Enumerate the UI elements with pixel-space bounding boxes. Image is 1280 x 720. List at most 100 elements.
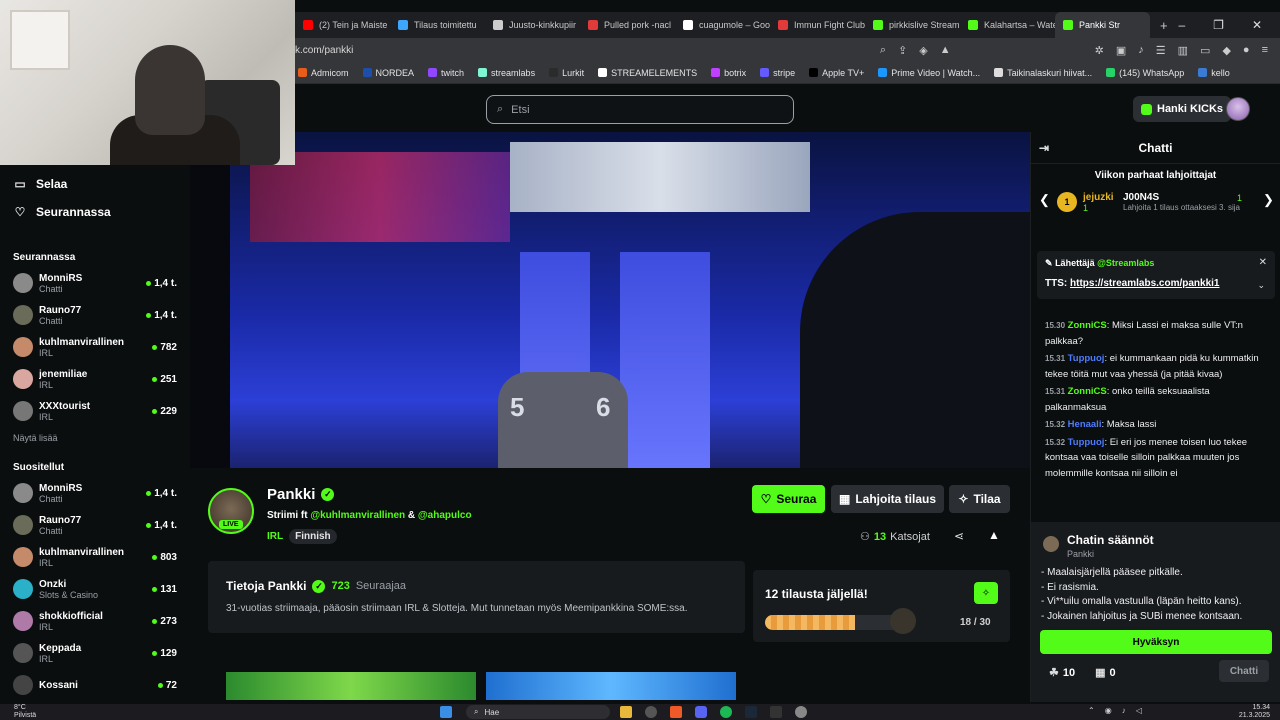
bookmark-item[interactable]: (145) WhatsApp [1106, 68, 1184, 78]
sidebar-channel[interactable]: Rauno77 Chatti 1,4 t. [0, 509, 190, 541]
nav-browse[interactable]: ▭ Selaa [0, 170, 190, 198]
sidebar-channel[interactable]: MonniRS Chatti 1,4 t. [0, 477, 190, 509]
get-kicks-button[interactable]: Hanki KICKs [1133, 96, 1232, 122]
collapse-chat-icon[interactable]: ⇥ [1039, 141, 1049, 155]
wallet-icon[interactable]: ▭ [1200, 44, 1210, 57]
chat-username[interactable]: Tuppuoj [1068, 437, 1105, 448]
spotify-icon[interactable] [720, 706, 732, 718]
chat-username[interactable]: ZonniCS [1068, 386, 1107, 397]
bookmark-item[interactable]: twitch [428, 68, 464, 78]
sidebar-channel[interactable]: XXXtourist IRL 229 [0, 395, 190, 427]
browser-tab[interactable]: Immun Fight Club [770, 12, 865, 38]
tray-mic-icon[interactable]: ♪ [1122, 706, 1126, 715]
follow-button[interactable]: ♡ Seuraa [752, 485, 825, 513]
discord-icon[interactable] [695, 706, 707, 718]
chevron-left-icon[interactable]: ❮ [1039, 192, 1050, 208]
tray-network-icon[interactable]: ◉ [1105, 706, 1112, 715]
brave-icon[interactable] [670, 706, 682, 718]
weather-widget[interactable]: 8°C Pilvistä [14, 704, 36, 720]
bookmark-item[interactable]: Lurkit [549, 68, 584, 78]
chat-message[interactable]: 15.30 ZonniCS: Miksi Lassi ei maksa sull… [1045, 318, 1267, 349]
minimize-button[interactable]: – [1178, 18, 1185, 32]
bookmark-item[interactable]: Prime Video | Watch... [878, 68, 980, 78]
language-tag[interactable]: Finnish [289, 529, 337, 544]
sidebar-channel[interactable]: Keppada IRL 129 [0, 637, 190, 669]
sidebar-icon[interactable]: ▥ [1178, 44, 1188, 57]
music-icon[interactable]: ♪ [1138, 44, 1144, 57]
close-window-button[interactable]: ✕ [1252, 18, 1262, 32]
sidebar-channel[interactable]: Kossani 72 [0, 669, 190, 701]
address-bar[interactable]: k.com/pankki ⌕ ⇪ ◈ ▲ ✲ ▣ ♪ ☰ ▥ ▭ ◆ ● ≡ [295, 38, 1280, 62]
chat-username[interactable]: ZonniCS [1068, 320, 1107, 331]
collab-link-2[interactable]: @ahapulco [418, 510, 472, 521]
menu-icon[interactable]: ≡ [1262, 44, 1268, 57]
file-explorer-icon[interactable] [620, 706, 632, 718]
top-gifter-2[interactable]: J00N4S Lahjoita 1 tilaus ottaaksesi 3. s… [1123, 192, 1243, 213]
top-gifter-1[interactable]: 1 jejuzki 1 [1057, 192, 1114, 213]
settings-icon[interactable] [795, 706, 807, 718]
browser-tab[interactable]: Juusto-kinkkupiir [485, 12, 580, 38]
sub-goal-sparkle-icon[interactable]: ✧ [974, 582, 998, 604]
chevron-right-icon[interactable]: ❯ [1263, 192, 1274, 208]
browser-tab[interactable]: (2) Tein ja Maiste [295, 12, 390, 38]
url-text[interactable]: k.com/pankki [295, 45, 353, 56]
sidebar-channel[interactable]: kuhlmanvirallinen IRL 782 [0, 331, 190, 363]
share-icon[interactable]: ⋖ [954, 529, 964, 543]
steam-icon[interactable] [745, 706, 757, 718]
bookmark-item[interactable]: STREAMELEMENTS [598, 68, 697, 78]
tray-volume-icon[interactable]: ◁ [1136, 706, 1142, 715]
chat-message[interactable]: 15.31 Tuppuoj: ei kummankaan pidä ku kum… [1045, 351, 1267, 382]
sidebar-channel[interactable]: MonniRS Chatti 1,4 t. [0, 267, 190, 299]
chat-send-button[interactable]: Chatti [1219, 660, 1269, 682]
gifts-count[interactable]: ▦ 0 [1095, 666, 1116, 679]
bookmark-item[interactable]: Taikinalaskuri hiivat... [994, 68, 1092, 78]
share-icon[interactable]: ⇪ [898, 44, 907, 57]
zoom-icon[interactable]: ⌕ [880, 44, 886, 57]
screenshot-icon[interactable]: ▣ [1116, 44, 1126, 57]
reading-list-icon[interactable]: ☰ [1156, 44, 1166, 57]
collab-link-1[interactable]: @kuhlmanvirallinen [310, 510, 405, 521]
browser-tab[interactable]: Tilaus toimitettu [390, 12, 485, 38]
bookmark-item[interactable]: NORDEA [362, 68, 414, 78]
sidebar-channel[interactable]: Rauno77 Chatti 1,4 t. [0, 299, 190, 331]
vpn-icon[interactable]: ◆ [1222, 44, 1230, 57]
gift-sub-button[interactable]: ▦ Lahjoita tilaus [831, 485, 944, 513]
chevron-down-icon[interactable]: ⌄ [1257, 280, 1265, 291]
video-player[interactable]: 5 6 [190, 132, 1030, 468]
browser-tab[interactable]: Pankki Str [1055, 12, 1150, 38]
streamer-name[interactable]: Pankki ✓ [267, 486, 335, 503]
nav-following[interactable]: ♡ Seurannassa [0, 198, 190, 226]
browser-tab[interactable]: Kalahartsa – Wate [960, 12, 1055, 38]
accept-rules-button[interactable]: Hyväksyn [1040, 630, 1272, 654]
panel-image[interactable] [226, 672, 476, 700]
app-icon[interactable] [770, 706, 782, 718]
new-tab-button[interactable]: + [1150, 18, 1178, 33]
chat-username[interactable]: Henaali [1068, 419, 1102, 430]
user-avatar[interactable] [1226, 97, 1250, 121]
show-more-link[interactable]: Näytä lisää [0, 427, 190, 449]
tray-chevron-icon[interactable]: ⌃ [1088, 706, 1095, 715]
search-input[interactable]: ⌕ Etsi [486, 95, 794, 124]
clock[interactable]: 15.34 21.3.2025 [1239, 704, 1270, 720]
chat-username[interactable]: Tuppuoj [1068, 353, 1105, 364]
warning-icon[interactable]: ▲ [940, 44, 951, 57]
bookmark-item[interactable]: streamlabs [478, 68, 535, 78]
subscribe-button[interactable]: ✧ Tilaa [949, 485, 1010, 513]
chat-message[interactable]: 15.31 ZonniCS: onko teillä seksuaalista … [1045, 384, 1267, 415]
chat-message[interactable]: 15.32 Henaali: Maksa lassi [1045, 417, 1267, 433]
profile-icon[interactable]: ● [1243, 44, 1250, 57]
maximize-button[interactable]: ❐ [1213, 18, 1224, 32]
category-link[interactable]: IRL [267, 531, 283, 542]
kicks-count[interactable]: ☘ 10 [1049, 666, 1075, 679]
obs-icon[interactable] [645, 706, 657, 718]
sidebar-channel[interactable]: shokkiofficial IRL 273 [0, 605, 190, 637]
unpin-icon[interactable]: ✕ [1259, 257, 1267, 268]
bookmark-item[interactable]: stripe [760, 68, 795, 78]
start-icon[interactable] [440, 706, 452, 718]
browser-tab[interactable]: Pulled pork -nacl [580, 12, 675, 38]
browser-tab[interactable]: pirkkislive Stream [865, 12, 960, 38]
extensions-icon[interactable]: ✲ [1095, 44, 1104, 57]
bookmark-item[interactable]: kello [1198, 68, 1230, 78]
bookmark-item[interactable]: Apple TV+ [809, 68, 864, 78]
browser-tab[interactable]: cuagumole – Goo [675, 12, 770, 38]
